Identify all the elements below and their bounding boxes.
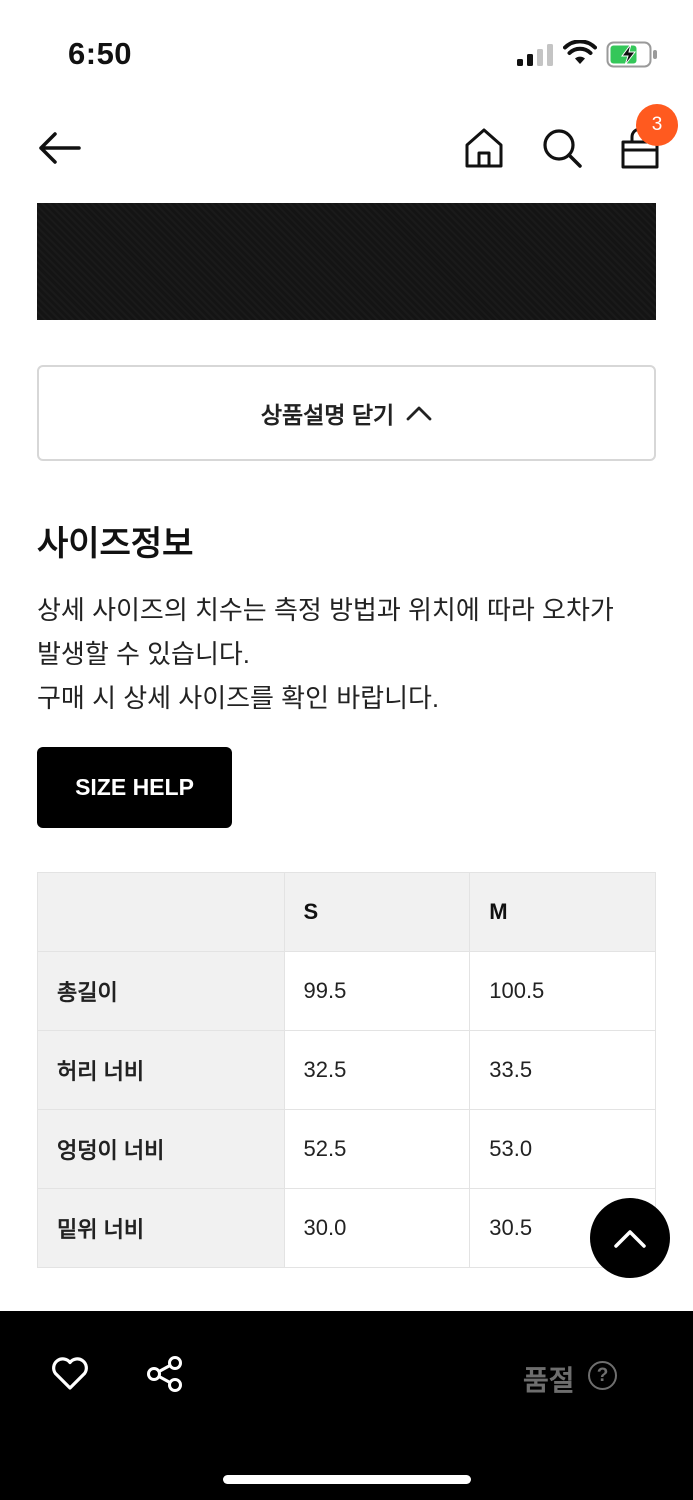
size-table-cell: 30.0: [283, 1188, 471, 1268]
question-circle-icon[interactable]: ?: [588, 1361, 617, 1390]
cellular-signal-icon: [517, 44, 553, 66]
collapse-description-label: 상품설명 닫기: [260, 402, 395, 428]
size-table-header-cell: S: [283, 872, 471, 952]
scroll-to-top-button[interactable]: [590, 1198, 670, 1278]
cart-count-badge: 3: [636, 104, 678, 146]
size-table-header-row: S M: [37, 872, 656, 952]
size-table-cell: 33.5: [469, 1030, 656, 1110]
battery-charging-icon: [606, 41, 657, 68]
product-image: [37, 203, 656, 320]
size-help-button[interactable]: SIZE HELP: [37, 747, 232, 828]
share-icon[interactable]: [146, 1355, 184, 1393]
size-info-description: 상세 사이즈의 치수는 측정 방법과 위치에 따라 오차가 발생할 수 있습니다…: [37, 588, 667, 720]
size-table-row: 허리 너비 32.5 33.5: [37, 1030, 656, 1110]
size-table-cell: 100.5: [469, 951, 656, 1031]
size-table-cell: 53.0: [469, 1109, 656, 1189]
size-info-title: 사이즈정보: [37, 525, 194, 563]
size-table-cell: 99.5: [283, 951, 471, 1031]
size-table-measure: 엉덩이 너비: [37, 1109, 285, 1189]
size-table-measure: 총길이: [37, 951, 285, 1031]
size-table: S M 총길이 99.5 100.5 허리 너비 32.5 33.5 엉덩이 너…: [37, 872, 656, 1268]
soldout-label: 품절: [523, 1365, 575, 1396]
size-table-row: 엉덩이 너비 52.5 53.0: [37, 1109, 656, 1189]
size-table-row: 밑위 너비 30.0 30.5: [37, 1188, 656, 1268]
size-table-row: 총길이 99.5 100.5: [37, 951, 656, 1031]
search-icon[interactable]: [540, 126, 584, 170]
status-bar: 6:50: [0, 0, 693, 100]
home-indicator: [223, 1475, 471, 1484]
size-info-line: 구매 시 상세 사이즈를 확인 바랍니다.: [37, 683, 440, 713]
size-table-cell: 52.5: [283, 1109, 471, 1189]
size-info-line: 상세 사이즈의 치수는 측정 방법과 위치에 따라 오차가: [37, 595, 614, 625]
chevron-up-icon: [406, 406, 432, 421]
size-table-header-cell: M: [469, 872, 656, 952]
chevron-up-icon: [614, 1230, 646, 1248]
top-nav-bar: 3: [0, 100, 693, 200]
size-table-cell: 32.5: [283, 1030, 471, 1110]
heart-icon[interactable]: [50, 1355, 90, 1391]
size-table-measure: 허리 너비: [37, 1030, 285, 1110]
wifi-icon: [563, 40, 597, 64]
bottom-action-bar: 품절 ?: [0, 1311, 693, 1500]
size-table-measure: 밑위 너비: [37, 1188, 285, 1268]
back-arrow-icon[interactable]: [36, 128, 82, 168]
collapse-description-button[interactable]: 상품설명 닫기: [37, 365, 656, 461]
size-info-line: 발생할 수 있습니다.: [37, 639, 251, 669]
status-time: 6:50: [68, 36, 133, 71]
size-table-header-cell: [37, 872, 285, 952]
home-icon[interactable]: [462, 126, 506, 170]
